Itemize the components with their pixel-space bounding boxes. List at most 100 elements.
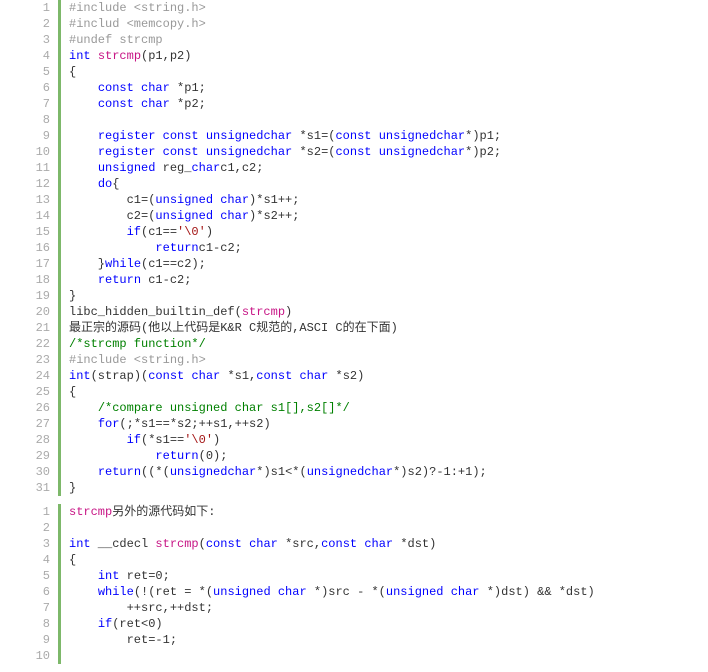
code-token: unsigned bbox=[213, 585, 271, 599]
code-line: const char *p1; bbox=[69, 80, 708, 96]
code-token: 另外的源代码如下: bbox=[112, 505, 215, 519]
line-number: 2 bbox=[0, 520, 50, 536]
line-number: 19 bbox=[0, 288, 50, 304]
line-number: 20 bbox=[0, 304, 50, 320]
line-number: 14 bbox=[0, 208, 50, 224]
code-token: c1-c2; bbox=[141, 273, 191, 287]
code-token bbox=[69, 177, 98, 191]
code-token: char bbox=[227, 465, 256, 479]
code-token: char bbox=[263, 145, 292, 159]
code-line: /*compare unsigned char s1[],s2[]*/ bbox=[69, 400, 708, 416]
code-token: const bbox=[148, 369, 184, 383]
code-token: *)s2)?-1:+1); bbox=[393, 465, 487, 479]
code-token bbox=[69, 649, 98, 663]
code-line: } bbox=[69, 288, 708, 304]
line-number: 6 bbox=[0, 80, 50, 96]
code-token: char bbox=[436, 145, 465, 159]
code-token: 最正宗的源码(他以上代码是K&R C规范的,ASCI C的在下面) bbox=[69, 321, 398, 335]
code-token: register bbox=[98, 129, 156, 143]
line-number: 25 bbox=[0, 384, 50, 400]
code-token: *s2) bbox=[328, 369, 364, 383]
code-token: ((*( bbox=[141, 465, 170, 479]
code-token: *s1, bbox=[220, 369, 256, 383]
code-token: unsigned bbox=[379, 145, 437, 159]
code-token: char bbox=[249, 537, 278, 551]
code-token: unsigned bbox=[155, 209, 213, 223]
code-token bbox=[69, 97, 98, 111]
code-token: } bbox=[69, 257, 105, 271]
code-area: strcmp另外的源代码如下: int __cdecl strcmp(const… bbox=[61, 504, 708, 664]
code-token: (!(ret = *( bbox=[134, 585, 213, 599]
code-token: )*s1++; bbox=[249, 193, 299, 207]
code-token: strcmp bbox=[242, 305, 285, 319]
code-token: ) bbox=[213, 433, 220, 447]
code-token: *)s1<*( bbox=[256, 465, 306, 479]
code-token: (;*s1==*s2;++s1,++s2) bbox=[119, 417, 270, 431]
code-token: *)dst) && *dst) bbox=[480, 585, 595, 599]
code-token: ret=0; bbox=[119, 569, 169, 583]
code-token: for bbox=[98, 417, 120, 431]
line-number: 26 bbox=[0, 400, 50, 416]
line-number: 24 bbox=[0, 368, 50, 384]
code-token: '\0' bbox=[184, 433, 213, 447]
code-line: register const unsignedchar *s2=(const u… bbox=[69, 144, 708, 160]
code-token: char bbox=[141, 97, 170, 111]
code-token bbox=[69, 433, 127, 447]
code-token: } bbox=[69, 289, 76, 303]
line-number: 28 bbox=[0, 432, 50, 448]
code-token: return bbox=[155, 449, 198, 463]
code-token bbox=[372, 145, 379, 159]
code-token: const bbox=[163, 129, 199, 143]
code-token: while bbox=[105, 257, 141, 271]
code-line: c2=(unsigned char)*s2++; bbox=[69, 208, 708, 224]
code-token: '\0' bbox=[177, 225, 206, 239]
line-number: 7 bbox=[0, 96, 50, 112]
code-line: while(!(ret = *(unsigned char *)src - *(… bbox=[69, 584, 708, 600]
line-number: 30 bbox=[0, 464, 50, 480]
code-token: if bbox=[127, 225, 141, 239]
line-number: 4 bbox=[0, 48, 50, 64]
code-token: (c1== bbox=[141, 225, 177, 239]
code-line: return c1-c2; bbox=[69, 272, 708, 288]
code-token: *)p2; bbox=[465, 145, 501, 159]
line-number: 3 bbox=[0, 536, 50, 552]
code-token: const bbox=[321, 537, 357, 551]
code-token: int bbox=[69, 369, 91, 383]
code-line: if(c1=='\0') bbox=[69, 224, 708, 240]
code-token: { bbox=[69, 385, 76, 399]
code-token: (0); bbox=[199, 449, 228, 463]
line-number: 4 bbox=[0, 552, 50, 568]
code-token bbox=[69, 617, 98, 631]
code-token: ( bbox=[199, 537, 206, 551]
code-line: int(strap)(const char *s1,const char *s2… bbox=[69, 368, 708, 384]
line-number: 31 bbox=[0, 480, 50, 496]
code-token: reg_ bbox=[155, 161, 191, 175]
code-token bbox=[69, 81, 98, 95]
code-token: do bbox=[98, 177, 112, 191]
code-token: (ret<0) bbox=[112, 617, 162, 631]
line-number: 9 bbox=[0, 632, 50, 648]
code-token: #includ <memcopy.h> bbox=[69, 17, 206, 31]
code-token: char bbox=[191, 369, 220, 383]
code-token: { bbox=[69, 65, 76, 79]
code-line: int strcmp(p1,p2) bbox=[69, 48, 708, 64]
code-token: __cdecl bbox=[91, 537, 156, 551]
code-line: #include <string.h> bbox=[69, 352, 708, 368]
code-token: *src, bbox=[278, 537, 321, 551]
code-token: { bbox=[112, 177, 119, 191]
line-number: 7 bbox=[0, 600, 50, 616]
code-line: return(0); bbox=[69, 448, 708, 464]
code-token: c2=( bbox=[69, 209, 155, 223]
code-token bbox=[155, 129, 162, 143]
code-token: char bbox=[451, 585, 480, 599]
code-token: char bbox=[141, 81, 170, 95]
code-line: unsigned reg_charc1,c2; bbox=[69, 160, 708, 176]
code-token: strcmp bbox=[69, 505, 112, 519]
code-token bbox=[242, 537, 249, 551]
code-token: unsigned bbox=[379, 129, 437, 143]
code-area: #include <string.h>#includ <memcopy.h>#u… bbox=[61, 0, 708, 496]
line-number: 29 bbox=[0, 448, 50, 464]
code-token: unsigned bbox=[170, 465, 228, 479]
line-number: 5 bbox=[0, 568, 50, 584]
code-token: strcmp bbox=[155, 537, 198, 551]
